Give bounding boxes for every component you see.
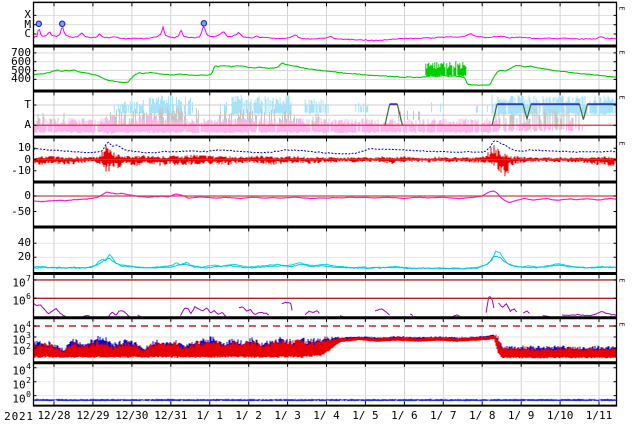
- electron-line: [33, 296, 617, 317]
- solar-terrestrial-dashboard: X M C E 700 600 500 400 E T A E 10 0 -10 E 0 -50 40 20 107 10…: [0, 0, 634, 424]
- panel-proton-flux: [33, 334, 617, 359]
- panel-electron-flux: [33, 296, 617, 317]
- flare-event-marker: [58, 20, 66, 28]
- day-gridlines: [53, 275, 600, 317]
- panel-imf-bz-bt: [33, 140, 617, 177]
- wind-speed-burst: [425, 61, 467, 77]
- density-b: [33, 255, 617, 270]
- flare-event-marker: [35, 20, 43, 28]
- day-gridlines: [53, 363, 600, 405]
- day-gridlines: [53, 228, 600, 272]
- panel-background-flux: [33, 398, 617, 402]
- panel-geomagnetic-activity: [33, 94, 617, 135]
- day-gridlines: [53, 183, 600, 226]
- panel-xray-flux: [33, 20, 617, 42]
- bt-line: [33, 140, 617, 155]
- time-series-plot: [32, 1, 618, 407]
- day-gridlines: [53, 47, 600, 90]
- dst-line: [33, 190, 617, 203]
- wind-speed: [33, 62, 617, 86]
- panel-dst-index: [33, 190, 617, 203]
- panel-solar-wind-speed: [33, 61, 617, 86]
- panel-proton-density: [33, 250, 617, 270]
- flare-event-marker: [200, 20, 208, 27]
- day-gridlines: [53, 3, 600, 45]
